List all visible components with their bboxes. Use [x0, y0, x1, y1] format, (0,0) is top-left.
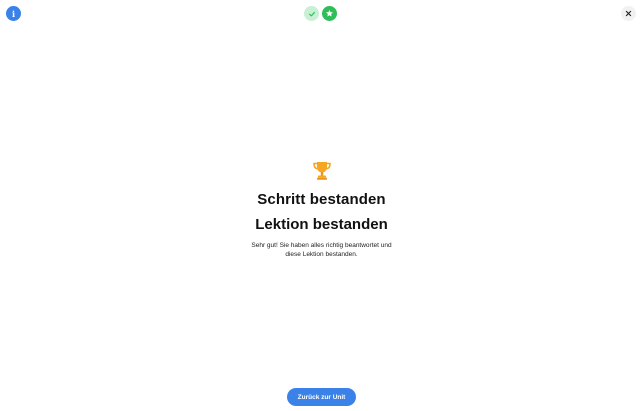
page-subtitle: Lektion bestanden [255, 216, 388, 233]
check-icon [308, 11, 315, 16]
lesson-complete-screen: i Schritt bestanden Lektion bestanden Se… [0, 0, 643, 411]
progress-steps [304, 6, 337, 21]
page-title: Schritt bestanden [257, 191, 386, 208]
result-panel: Schritt bestanden Lektion bestanden Sehr… [0, 161, 643, 259]
info-button[interactable]: i [6, 6, 21, 21]
info-icon: i [11, 8, 16, 19]
trophy-icon [312, 162, 331, 180]
close-icon [625, 10, 632, 17]
step-completed [304, 6, 319, 21]
star-icon [325, 9, 334, 17]
result-message: Sehr gut! Sie haben alles richtig beantw… [251, 242, 392, 258]
step-current [322, 6, 337, 21]
close-button[interactable] [621, 6, 636, 21]
back-to-unit-button[interactable]: Zurück zur Unit [287, 388, 356, 406]
